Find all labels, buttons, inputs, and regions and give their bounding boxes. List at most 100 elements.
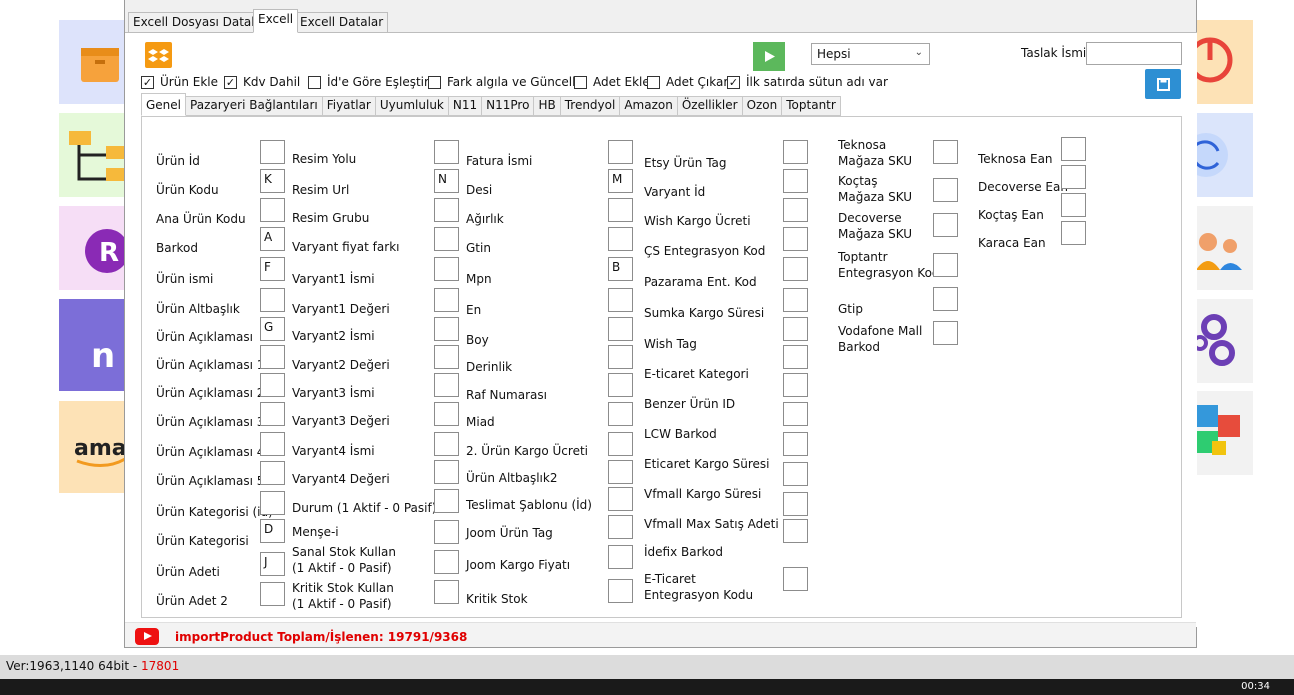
column-mapping-input[interactable]: N <box>434 169 459 193</box>
tile-users[interactable] <box>1196 206 1253 290</box>
column-mapping-input[interactable] <box>783 345 808 369</box>
subtab-fiyatlar[interactable]: Fiyatlar <box>322 96 376 116</box>
subtab-toptantr[interactable]: Toptantr <box>782 96 841 116</box>
column-mapping-input[interactable] <box>783 317 808 341</box>
checkbox-box[interactable]: ✓ <box>141 75 154 89</box>
tile-power[interactable] <box>1187 20 1253 104</box>
checkbox-kdv-dahil[interactable]: ✓ Kdv Dahil <box>224 75 300 89</box>
column-mapping-input[interactable] <box>434 460 459 484</box>
column-mapping-input[interactable] <box>933 178 958 202</box>
column-mapping-input[interactable] <box>608 227 633 251</box>
column-mapping-input[interactable] <box>434 580 459 604</box>
column-mapping-input[interactable] <box>933 287 958 311</box>
column-mapping-input[interactable] <box>783 198 808 222</box>
tab-excell-datalar[interactable]: Excell Datalar <box>295 12 389 33</box>
subtab-hb[interactable]: HB <box>534 96 561 116</box>
column-mapping-input[interactable] <box>434 198 459 222</box>
column-mapping-input[interactable] <box>260 461 285 485</box>
column-mapping-input[interactable] <box>1061 221 1086 245</box>
column-mapping-input[interactable]: D <box>260 519 285 543</box>
tile-box[interactable] <box>59 20 125 104</box>
checkbox-box[interactable] <box>428 75 441 89</box>
column-mapping-input[interactable] <box>783 140 808 164</box>
column-mapping-input[interactable] <box>608 545 633 569</box>
column-mapping-input[interactable] <box>260 288 285 312</box>
column-mapping-input[interactable] <box>434 373 459 397</box>
column-mapping-input[interactable] <box>608 487 633 511</box>
subtab-ozon[interactable]: Ozon <box>742 96 783 116</box>
checkbox-adet-ekle[interactable]: Adet Ekle <box>574 75 650 89</box>
checkbox-ide-gore-eslestir[interactable]: İd'e Göre Eşleştir <box>308 75 429 89</box>
column-mapping-input[interactable] <box>434 227 459 251</box>
column-mapping-input[interactable] <box>783 567 808 591</box>
draft-name-input[interactable] <box>1086 42 1182 65</box>
column-mapping-input[interactable] <box>434 402 459 426</box>
subtab-genel[interactable]: Genel <box>141 93 187 116</box>
column-mapping-input[interactable] <box>608 317 633 341</box>
checkbox-ilk-satir[interactable]: ✓ İlk satırda sütun adı var <box>727 75 888 89</box>
subtab-uyumluluk[interactable]: Uyumluluk <box>375 96 449 116</box>
column-mapping-input[interactable] <box>260 140 285 164</box>
column-mapping-input[interactable] <box>608 579 633 603</box>
subtab-amazon[interactable]: Amazon <box>620 96 678 116</box>
column-mapping-input[interactable] <box>783 519 808 543</box>
checkbox-urun-ekle[interactable]: ✓ Ürün Ekle <box>141 75 218 89</box>
tile-gears[interactable] <box>1192 299 1253 383</box>
column-mapping-input[interactable]: M <box>608 169 633 193</box>
column-mapping-input[interactable] <box>783 257 808 281</box>
column-mapping-input[interactable] <box>434 288 459 312</box>
tile-amazon[interactable]: ama <box>59 401 127 493</box>
dropbox-button[interactable] <box>145 42 172 68</box>
column-mapping-input[interactable] <box>608 402 633 426</box>
column-mapping-input[interactable] <box>260 373 285 397</box>
filter-select[interactable]: Hepsi ⌄ <box>811 43 930 65</box>
column-mapping-input[interactable]: K <box>260 169 285 193</box>
column-mapping-input[interactable] <box>783 288 808 312</box>
subtab-ozellikler[interactable]: Özellikler <box>677 96 743 116</box>
column-mapping-input[interactable] <box>1061 193 1086 217</box>
column-mapping-input[interactable] <box>260 582 285 606</box>
column-mapping-input[interactable]: A <box>260 227 285 251</box>
column-mapping-input[interactable]: B <box>608 257 633 281</box>
column-mapping-input[interactable]: F <box>260 257 285 281</box>
checkbox-fark-algila[interactable]: Fark algıla ve Güncelle <box>428 75 583 89</box>
start-button[interactable] <box>753 42 785 71</box>
column-mapping-input[interactable] <box>608 460 633 484</box>
column-mapping-input[interactable] <box>933 213 958 237</box>
column-mapping-input[interactable] <box>1061 137 1086 161</box>
tile-tree[interactable] <box>59 113 125 197</box>
column-mapping-input[interactable] <box>933 321 958 345</box>
column-mapping-input[interactable] <box>260 402 285 426</box>
column-mapping-input[interactable]: J <box>260 552 285 576</box>
column-mapping-input[interactable] <box>260 432 285 456</box>
save-button[interactable] <box>1145 69 1181 99</box>
subtab-n11[interactable]: N11 <box>448 96 483 116</box>
checkbox-box[interactable]: ✓ <box>224 75 237 89</box>
column-mapping-input[interactable] <box>434 550 459 574</box>
column-mapping-input[interactable] <box>434 489 459 513</box>
column-mapping-input[interactable] <box>260 491 285 515</box>
column-mapping-input[interactable]: G <box>260 317 285 341</box>
column-mapping-input[interactable] <box>783 373 808 397</box>
column-mapping-input[interactable] <box>783 227 808 251</box>
column-mapping-input[interactable] <box>933 253 958 277</box>
column-mapping-input[interactable] <box>260 345 285 369</box>
column-mapping-input[interactable] <box>783 462 808 486</box>
column-mapping-input[interactable] <box>434 432 459 456</box>
column-mapping-input[interactable] <box>608 288 633 312</box>
tile-r[interactable]: R <box>59 206 129 290</box>
column-mapping-input[interactable] <box>260 198 285 222</box>
tile-puzzle[interactable] <box>1196 391 1253 475</box>
subtab-pazaryeri[interactable]: Pazaryeri Bağlantıları <box>186 96 323 116</box>
column-mapping-input[interactable] <box>783 492 808 516</box>
checkbox-box[interactable] <box>647 75 660 89</box>
checkbox-box[interactable] <box>574 75 587 89</box>
column-mapping-input[interactable] <box>434 257 459 281</box>
tab-excell-dosyasi-datalar[interactable]: Excell Dosyası Datalar <box>128 12 272 33</box>
tile-n11[interactable]: n <box>59 299 125 391</box>
column-mapping-input[interactable] <box>608 345 633 369</box>
column-mapping-input[interactable] <box>783 432 808 456</box>
column-mapping-input[interactable] <box>434 317 459 341</box>
column-mapping-input[interactable] <box>608 140 633 164</box>
subtab-n11pro[interactable]: N11Pro <box>482 96 535 116</box>
